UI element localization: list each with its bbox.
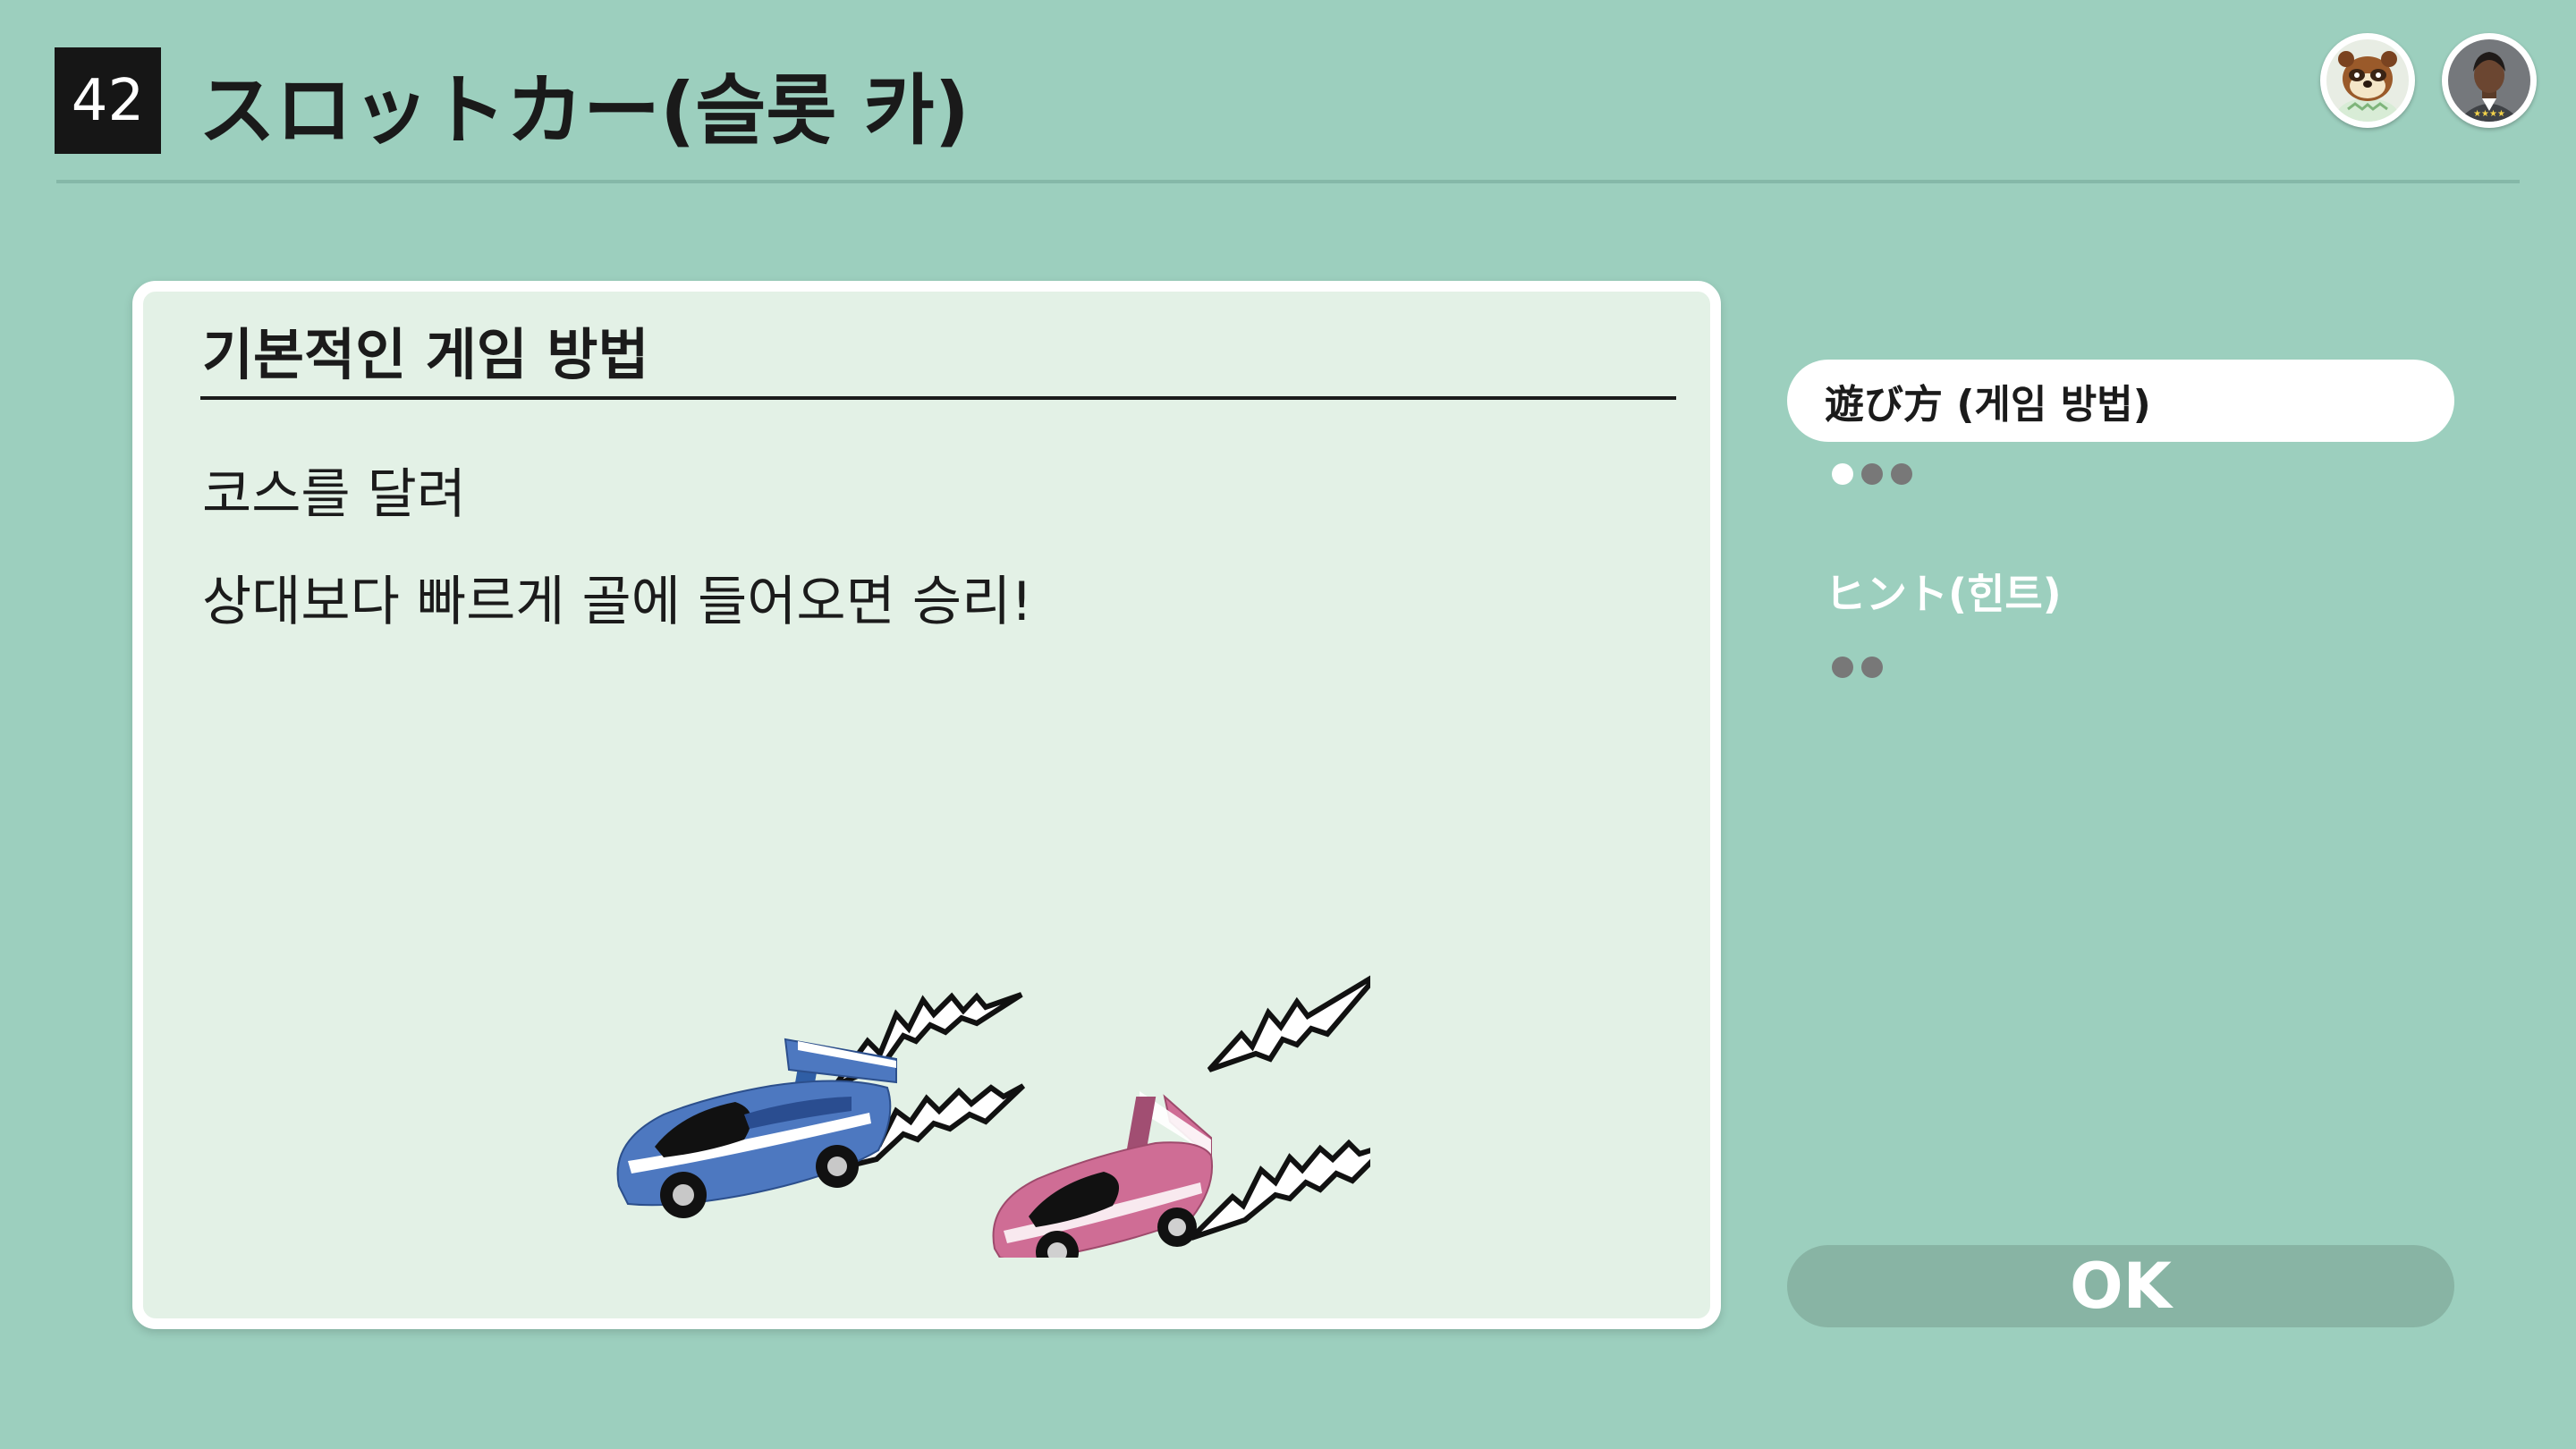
page-dot-2 xyxy=(1861,657,1883,678)
header-divider xyxy=(56,180,2520,183)
page-dot-2 xyxy=(1861,463,1883,485)
how-to-play-page-dots xyxy=(1832,463,1912,485)
blue-slot-car-icon xyxy=(616,1038,897,1218)
tab-how-to-play[interactable]: 遊び方 (게임 방법) xyxy=(1787,360,2454,442)
raccoon-character-icon xyxy=(2326,39,2409,122)
hint-page-dots xyxy=(1832,657,1883,678)
ok-button[interactable]: OK xyxy=(1787,1245,2454,1327)
tab-hint[interactable]: ヒント(힌트) xyxy=(1825,562,2062,621)
pink-slot-car-icon xyxy=(992,1091,1213,1258)
page-dot-1 xyxy=(1832,463,1853,485)
svg-text:★★★★: ★★★★ xyxy=(2473,109,2505,119)
card-divider xyxy=(200,396,1676,400)
page-dot-3 xyxy=(1891,463,1912,485)
instruction-card: 기본적인 게임 방법 코스를 달려 상대보다 빠르게 골에 들어오면 승리! xyxy=(132,281,1721,1329)
instruction-line-1: 코스를 달려 xyxy=(202,463,467,526)
card-heading: 기본적인 게임 방법 xyxy=(202,322,649,387)
page-dot-1 xyxy=(1832,657,1853,678)
instruction-line-2: 상대보다 빠르게 골에 들어오면 승리! xyxy=(202,571,1033,633)
player-avatar-raccoon[interactable] xyxy=(2320,33,2415,128)
game-number-badge: 42 xyxy=(55,47,161,154)
slot-car-race-illustration xyxy=(616,975,1370,1258)
player-avatar-user[interactable]: ★★★★ xyxy=(2442,33,2537,128)
game-title: スロットカー(슬롯 카) xyxy=(199,65,970,156)
user-avatar-icon: ★★★★ xyxy=(2448,39,2530,122)
